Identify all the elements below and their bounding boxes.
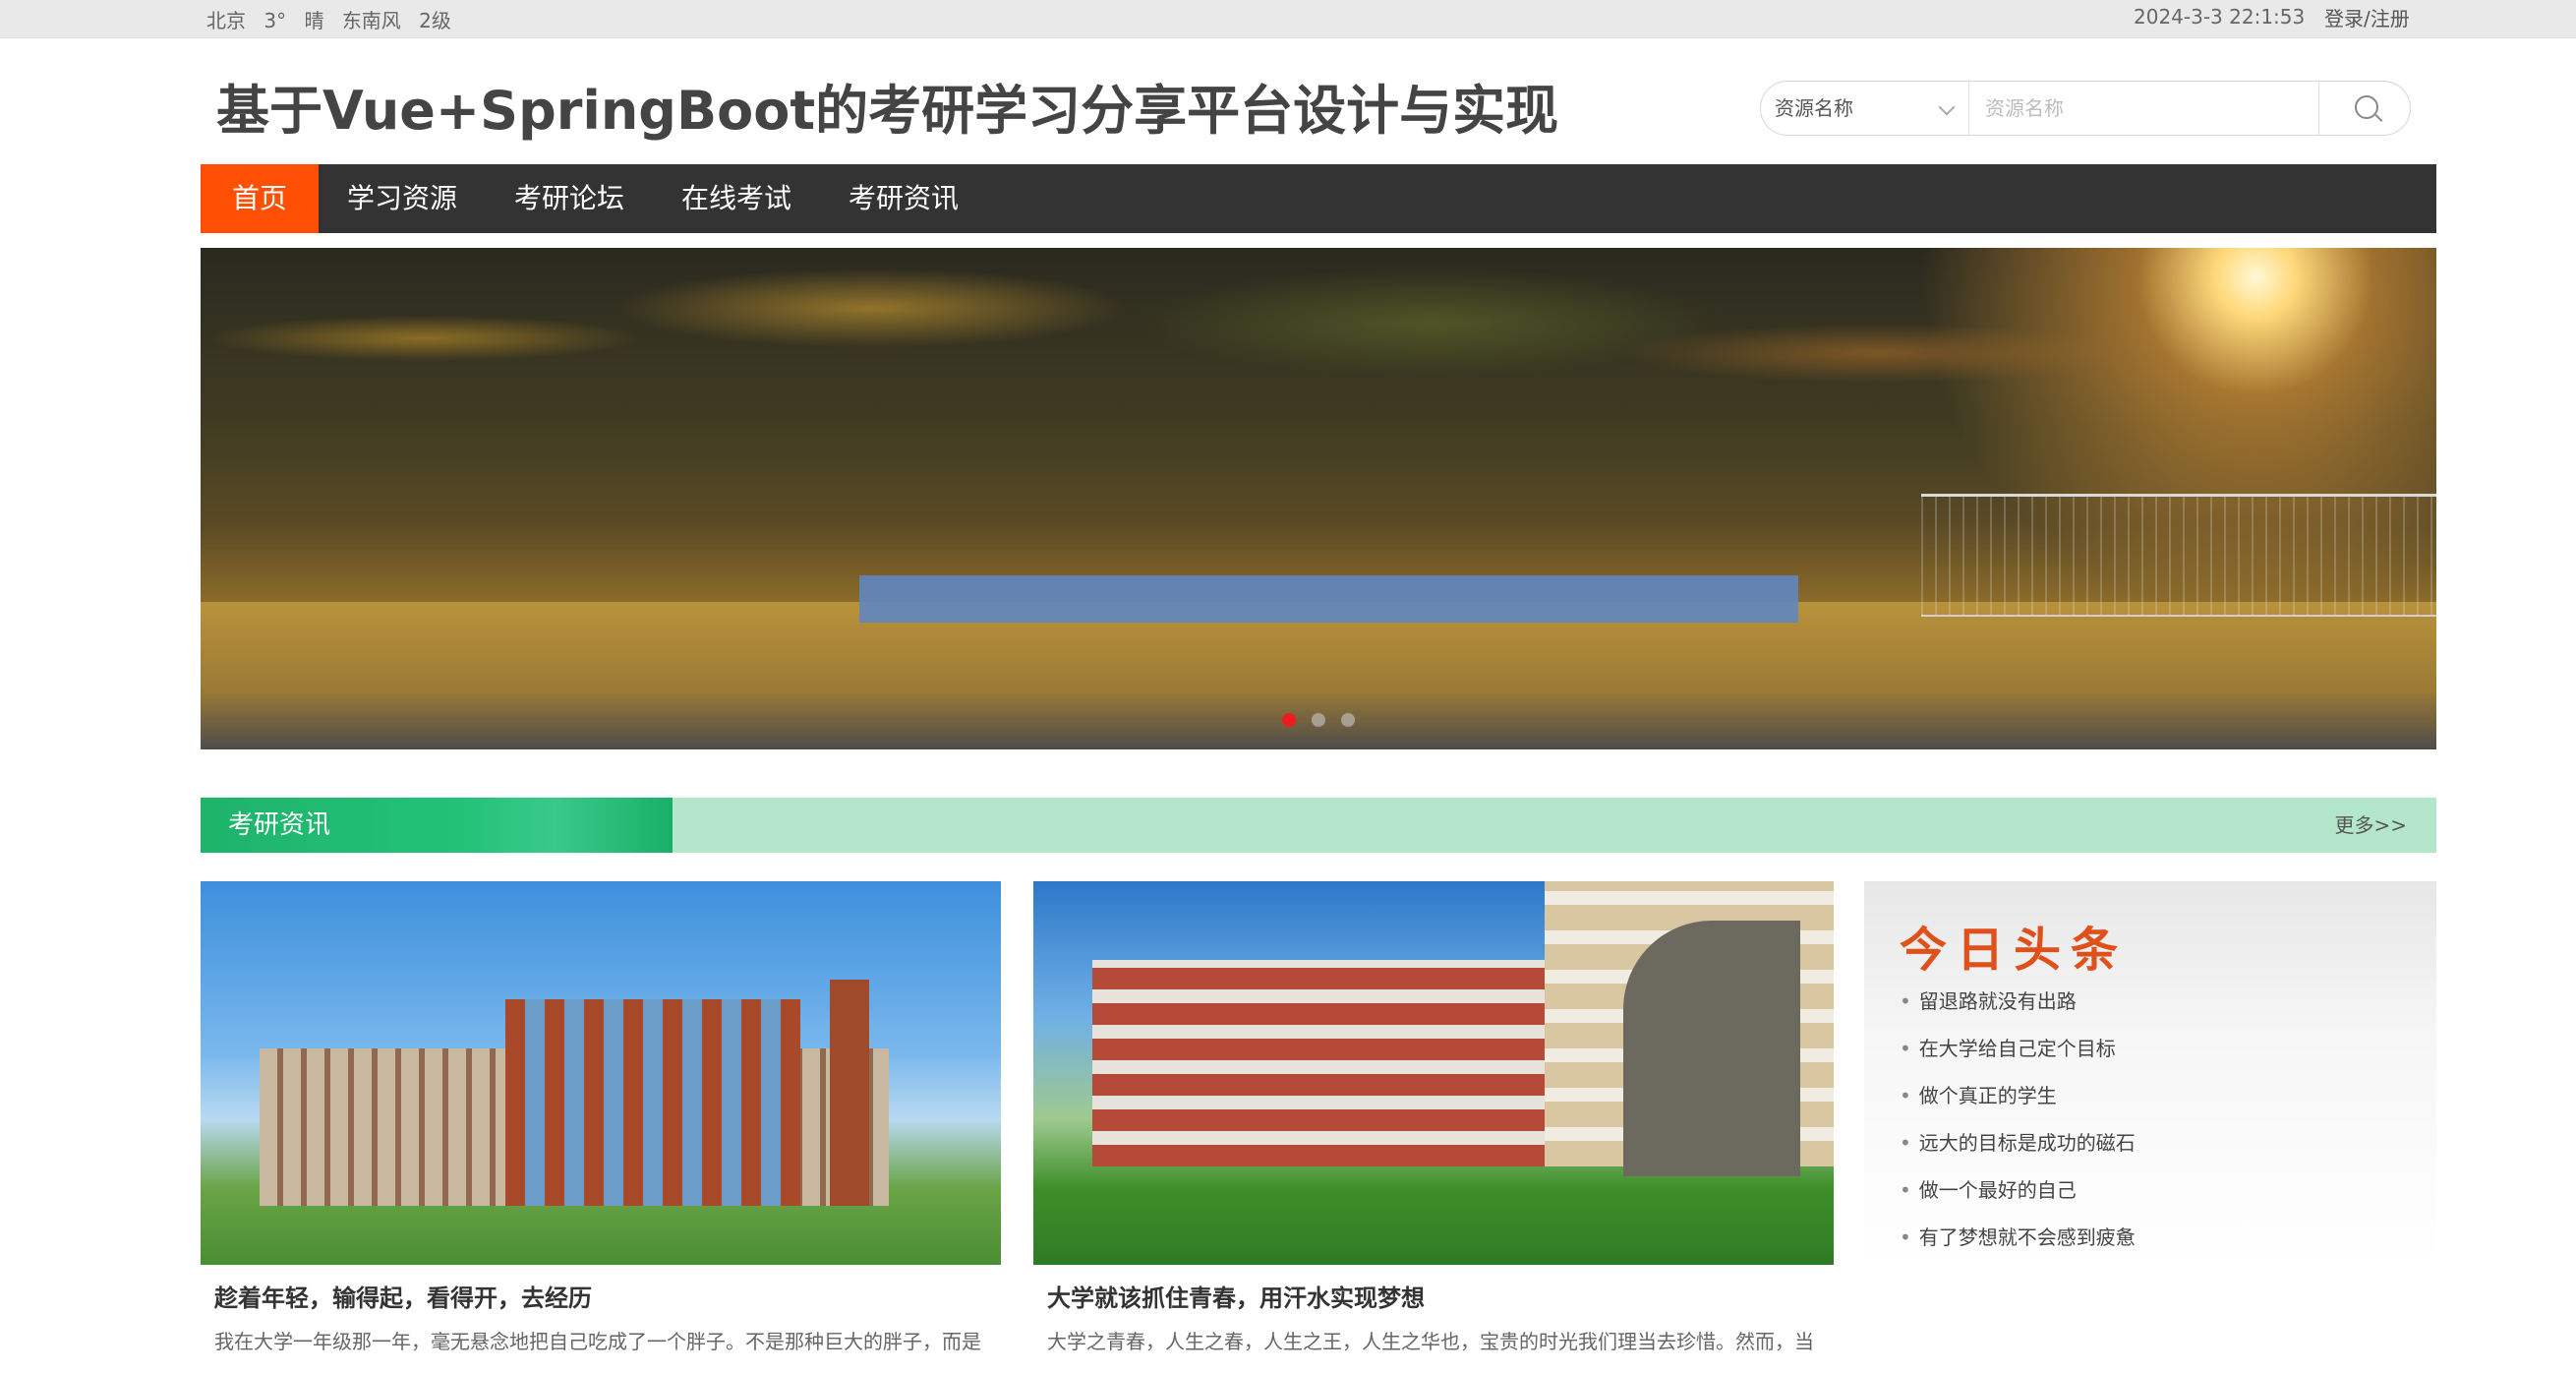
search-type-select[interactable]: 资源名称 [1761, 82, 1969, 135]
article-card[interactable]: 趁着年轻，输得起，看得开，去经历 我在大学一年级那一年，毫无悬念地把自己吃成了一… [201, 881, 1001, 1374]
headlines-panel: 今日头条 • 留退路就没有出路 • 在大学给自己定个目标 • 做个真正的学生 • 远大的… [1864, 881, 2436, 1265]
nav-item-resources[interactable]: 学习资源 [319, 164, 486, 233]
headline-item-label: 做个真正的学生 [1918, 1084, 2057, 1107]
article-card[interactable]: 大学就该抓住青春，用汗水实现梦想 大学之青春，人生之春，人生之王，人生之华也，宝… [1033, 881, 1834, 1374]
weather-wind: 东南风 [341, 9, 401, 32]
top-bar: 北京 3° 晴 东南风 2级 2024-3-3 22:1:53 登录/注册 [0, 0, 2576, 38]
bullet-icon: • [1900, 989, 1911, 1013]
headlines-list: • 留退路就没有出路 • 在大学给自己定个目标 • 做个真正的学生 • 远大的目标是成功… [1900, 978, 2136, 1261]
main-nav: 首页 学习资源 考研论坛 在线考试 考研资讯 [201, 164, 2436, 233]
article-title[interactable]: 大学就该抓住青春，用汗水实现梦想 [1047, 1279, 1425, 1313]
headline-item[interactable]: • 远大的目标是成功的磁石 [1900, 1119, 2136, 1166]
headline-item-label: 有了梦想就不会感到疲惫 [1918, 1225, 2136, 1249]
bullet-icon: • [1900, 1131, 1911, 1155]
search-bar: 资源名称 [1760, 81, 2411, 136]
headlines-logo: 今日头条 [1900, 923, 2129, 978]
banner-carousel[interactable] [201, 248, 2436, 749]
article-image-building [505, 999, 800, 1206]
article-image-round-building [1623, 921, 1800, 1176]
site-title: 基于Vue+SpringBoot的考研学习分享平台设计与实现 [216, 80, 1559, 142]
headline-item[interactable]: • 留退路就没有出路 [1900, 978, 2136, 1025]
news-section-header: 考研资讯 更多>> [201, 798, 2436, 853]
weather-condition: 晴 [304, 9, 324, 32]
headline-item[interactable]: • 做个真正的学生 [1900, 1072, 2136, 1119]
headline-item[interactable]: • 有了梦想就不会感到疲惫 [1900, 1214, 2136, 1261]
banner-image-net [1921, 494, 2436, 617]
carousel-dot[interactable] [1282, 713, 1296, 727]
headline-item[interactable]: • 在大学给自己定个目标 [1900, 1025, 2136, 1072]
weather-wind-level: 2级 [419, 9, 451, 32]
carousel-indicators [1282, 712, 1371, 731]
bullet-icon: • [1900, 1225, 1911, 1249]
login-register-link[interactable]: 登录/注册 [2324, 3, 2410, 31]
chevron-down-icon [1938, 98, 1956, 116]
datetime-display: 2024-3-3 22:1:53 [2134, 5, 2306, 29]
more-link[interactable]: 更多>> [2334, 798, 2407, 853]
headline-item-label: 留退路就没有出路 [1918, 989, 2077, 1013]
headline-item-label: 远大的目标是成功的磁石 [1918, 1131, 2136, 1155]
carousel-dot[interactable] [1341, 713, 1355, 727]
headline-item[interactable]: • 做一个最好的自己 [1900, 1166, 2136, 1214]
bullet-icon: • [1900, 1037, 1911, 1060]
weather-info: 北京 3° 晴 东南风 2级 [206, 5, 463, 33]
nav-item-forum[interactable]: 考研论坛 [486, 164, 653, 233]
bullet-icon: • [1900, 1084, 1911, 1107]
weather-city: 北京 [206, 9, 246, 32]
banner-image-fence [859, 575, 1798, 623]
article-image-building [1092, 960, 1564, 1166]
article-title[interactable]: 趁着年轻，输得起，看得开，去经历 [214, 1279, 592, 1313]
article-excerpt: 大学之青春，人生之春，人生之王，人生之华也，宝贵的时光我们理当去珍惜。然而，当 [1047, 1330, 1814, 1353]
search-input[interactable] [1971, 82, 2319, 135]
nav-item-news[interactable]: 考研资讯 [820, 164, 987, 233]
headline-item-label: 在大学给自己定个目标 [1918, 1037, 2116, 1060]
article-image-clock-tower [830, 980, 869, 1206]
search-type-value: 资源名称 [1775, 96, 1853, 120]
article-excerpt: 我在大学一年级那一年，毫无悬念地把自己吃成了一个胖子。不是那种巨大的胖子，而是 [214, 1330, 981, 1353]
headline-item-label: 做一个最好的自己 [1918, 1178, 2077, 1202]
weather-temperature: 3° [263, 9, 287, 32]
section-title: 考研资讯 [201, 798, 673, 853]
search-button[interactable] [2318, 82, 2410, 135]
article-image[interactable] [1033, 881, 1834, 1265]
bullet-icon: • [1900, 1178, 1911, 1202]
nav-item-home[interactable]: 首页 [201, 164, 319, 233]
search-icon [2355, 95, 2378, 119]
nav-item-exam[interactable]: 在线考试 [653, 164, 820, 233]
carousel-dot[interactable] [1312, 713, 1325, 727]
article-image[interactable] [201, 881, 1001, 1265]
